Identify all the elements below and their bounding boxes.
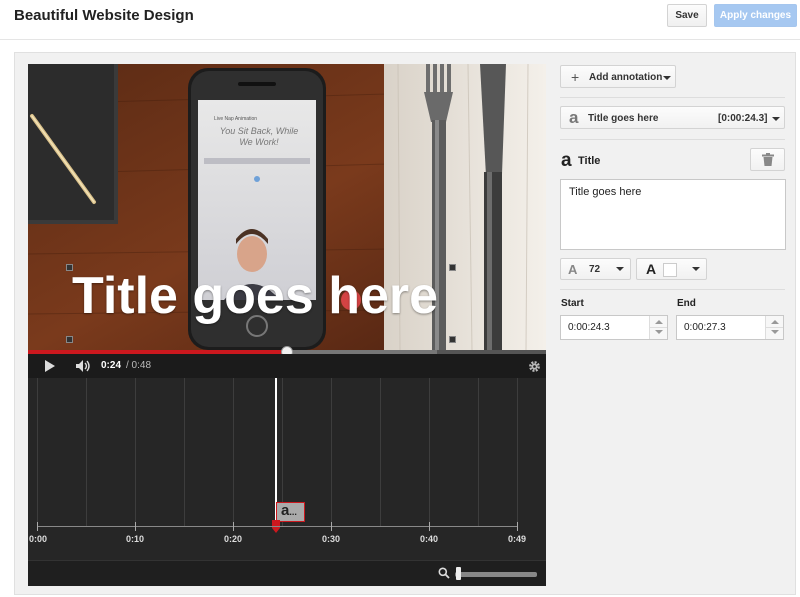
selected-annotation-time: [0:00:24.3]	[718, 113, 768, 124]
timeline-tick-label: 0:20	[223, 534, 243, 544]
timeline-gridline	[135, 378, 136, 526]
resize-handle-top-left[interactable]	[66, 264, 73, 271]
timeline-gridline	[517, 378, 518, 526]
header-bar: Beautiful Website Design Save Apply chan…	[0, 0, 800, 40]
timeline-tick	[517, 522, 518, 531]
timeline-gridline	[233, 378, 234, 526]
phone-screen-tagline: You Sit Back, While We Work!	[219, 126, 299, 147]
timeline-tick-label: 0:00	[28, 534, 48, 544]
timeline-tick	[37, 522, 38, 531]
timeline-tick-label: 0:10	[125, 534, 145, 544]
current-time: 0:24	[101, 360, 122, 371]
divider	[560, 139, 785, 140]
font-size-select[interactable]: A 72	[560, 258, 631, 280]
save-button[interactable]: Save	[667, 4, 707, 27]
annotation-timeline[interactable]: a... 0:00 0:10 0:20 0:30 0:40 0:49	[28, 378, 546, 586]
trash-icon	[762, 153, 774, 166]
add-annotation-button[interactable]: + Add annotation	[560, 65, 676, 88]
font-size-icon: A	[568, 262, 578, 277]
start-label: Start	[561, 298, 584, 309]
chevron-down-icon	[616, 267, 624, 271]
start-time-input[interactable]: 0:00:24.3	[560, 315, 668, 340]
resize-handle-bottom-right[interactable]	[449, 336, 456, 343]
timeline-ruler	[37, 526, 517, 527]
timeline-tick	[429, 522, 430, 531]
annotation-title-overlay[interactable]: Title goes here	[72, 266, 438, 326]
resize-handle-top-right[interactable]	[449, 264, 456, 271]
add-annotation-label: Add annotation	[589, 72, 663, 83]
timeline-gridline	[86, 378, 87, 526]
zoom-slider-thumb[interactable]	[456, 567, 461, 580]
playhead-marker-icon[interactable]	[271, 520, 281, 534]
end-label: End	[677, 298, 696, 309]
total-time: / 0:48	[126, 360, 152, 371]
plus-icon: +	[571, 69, 580, 85]
text-annotation-icon: a	[569, 108, 579, 127]
font-color-select[interactable]: A	[636, 258, 707, 280]
font-color-icon: A	[646, 261, 657, 277]
timeline-annotation-block[interactable]: a...	[276, 502, 305, 522]
section-title: Title	[578, 155, 601, 167]
timeline-tick-label: 0:49	[507, 534, 527, 544]
timeline-tick	[135, 522, 136, 531]
page-title: Beautiful Website Design	[14, 7, 194, 24]
timeline-gridline	[184, 378, 185, 526]
timeline-gridline	[37, 378, 38, 526]
font-color-swatch	[663, 263, 677, 277]
chevron-down-icon	[772, 117, 780, 121]
zoom-magnifier-icon	[438, 567, 450, 579]
timeline-tick	[233, 522, 234, 531]
annotation-text-input[interactable]: Title goes here	[560, 179, 786, 250]
apply-changes-button[interactable]: Apply changes	[714, 4, 797, 27]
chevron-down-icon	[692, 267, 700, 271]
start-time-stepper[interactable]	[649, 316, 667, 339]
divider	[560, 97, 785, 98]
timeline-tick	[331, 522, 332, 531]
annotation-selector[interactable]: a Title goes here [0:00:24.3]	[560, 106, 785, 129]
timeline-zoom-bar	[28, 560, 546, 586]
play-icon[interactable]	[44, 359, 56, 373]
zoom-slider-track[interactable]	[455, 572, 537, 577]
video-player: Live Nap Animation You Sit Back, While W…	[28, 64, 546, 378]
timeline-tick-label: 0:30	[321, 534, 341, 544]
delete-annotation-button[interactable]	[750, 148, 785, 171]
player-controls: 0:24 / 0:48	[28, 354, 546, 378]
resize-handle-bottom-left[interactable]	[66, 336, 73, 343]
timeline-gridline	[429, 378, 430, 526]
video-frame[interactable]: Live Nap Animation You Sit Back, While W…	[28, 64, 546, 350]
end-time-input[interactable]: 0:00:27.3	[676, 315, 784, 340]
volume-icon[interactable]	[75, 359, 91, 373]
chevron-down-icon	[663, 76, 671, 80]
phone-screen-caption: Live Nap Animation	[214, 116, 258, 122]
timeline-tick-label: 0:40	[419, 534, 439, 544]
timeline-gridline	[380, 378, 381, 526]
end-time-value: 0:00:27.3	[684, 322, 726, 333]
timeline-gridline	[478, 378, 479, 526]
title-type-icon: a	[561, 150, 572, 171]
selected-annotation-label: Title goes here	[588, 113, 659, 124]
start-time-value: 0:00:24.3	[568, 322, 610, 333]
font-size-value: 72	[589, 264, 601, 275]
timeline-gridline	[331, 378, 332, 526]
settings-gear-icon[interactable]	[528, 360, 541, 373]
divider	[560, 289, 785, 290]
end-time-stepper[interactable]	[765, 316, 783, 339]
annotation-chip-ellipsis: ...	[289, 507, 297, 517]
